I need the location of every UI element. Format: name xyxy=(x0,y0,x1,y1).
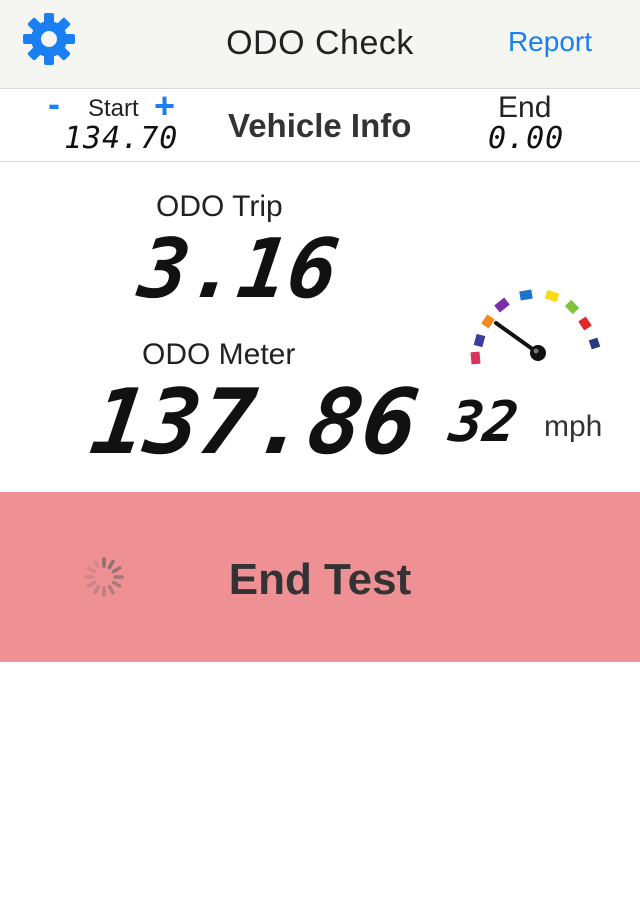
meter-label: ODO Meter xyxy=(142,338,296,371)
speedometer-icon xyxy=(470,289,601,365)
vehicle-info-button[interactable]: Vehicle Info xyxy=(228,107,411,145)
speed-unit: mph xyxy=(544,410,603,443)
nav-bar: ODO Check Report xyxy=(0,0,640,89)
gear-icon[interactable] xyxy=(20,10,78,68)
report-button[interactable]: Report xyxy=(508,26,592,58)
decrement-start-button[interactable]: - xyxy=(48,83,60,125)
end-label: End xyxy=(498,91,552,124)
end-odometer-value: 0.00 xyxy=(488,121,565,156)
end-test-label: End Test xyxy=(228,555,412,604)
start-label: Start xyxy=(88,95,139,122)
vehicle-info-bar: - Start + 134.70 Vehicle Info End 0.00 xyxy=(0,83,640,162)
start-odometer-value: 134.70 xyxy=(64,121,179,156)
speed-value: 32 xyxy=(445,390,523,455)
trip-label: ODO Trip xyxy=(156,190,283,223)
trip-value: 3.16 xyxy=(133,222,345,317)
meter-value: 137.86 xyxy=(84,370,425,475)
